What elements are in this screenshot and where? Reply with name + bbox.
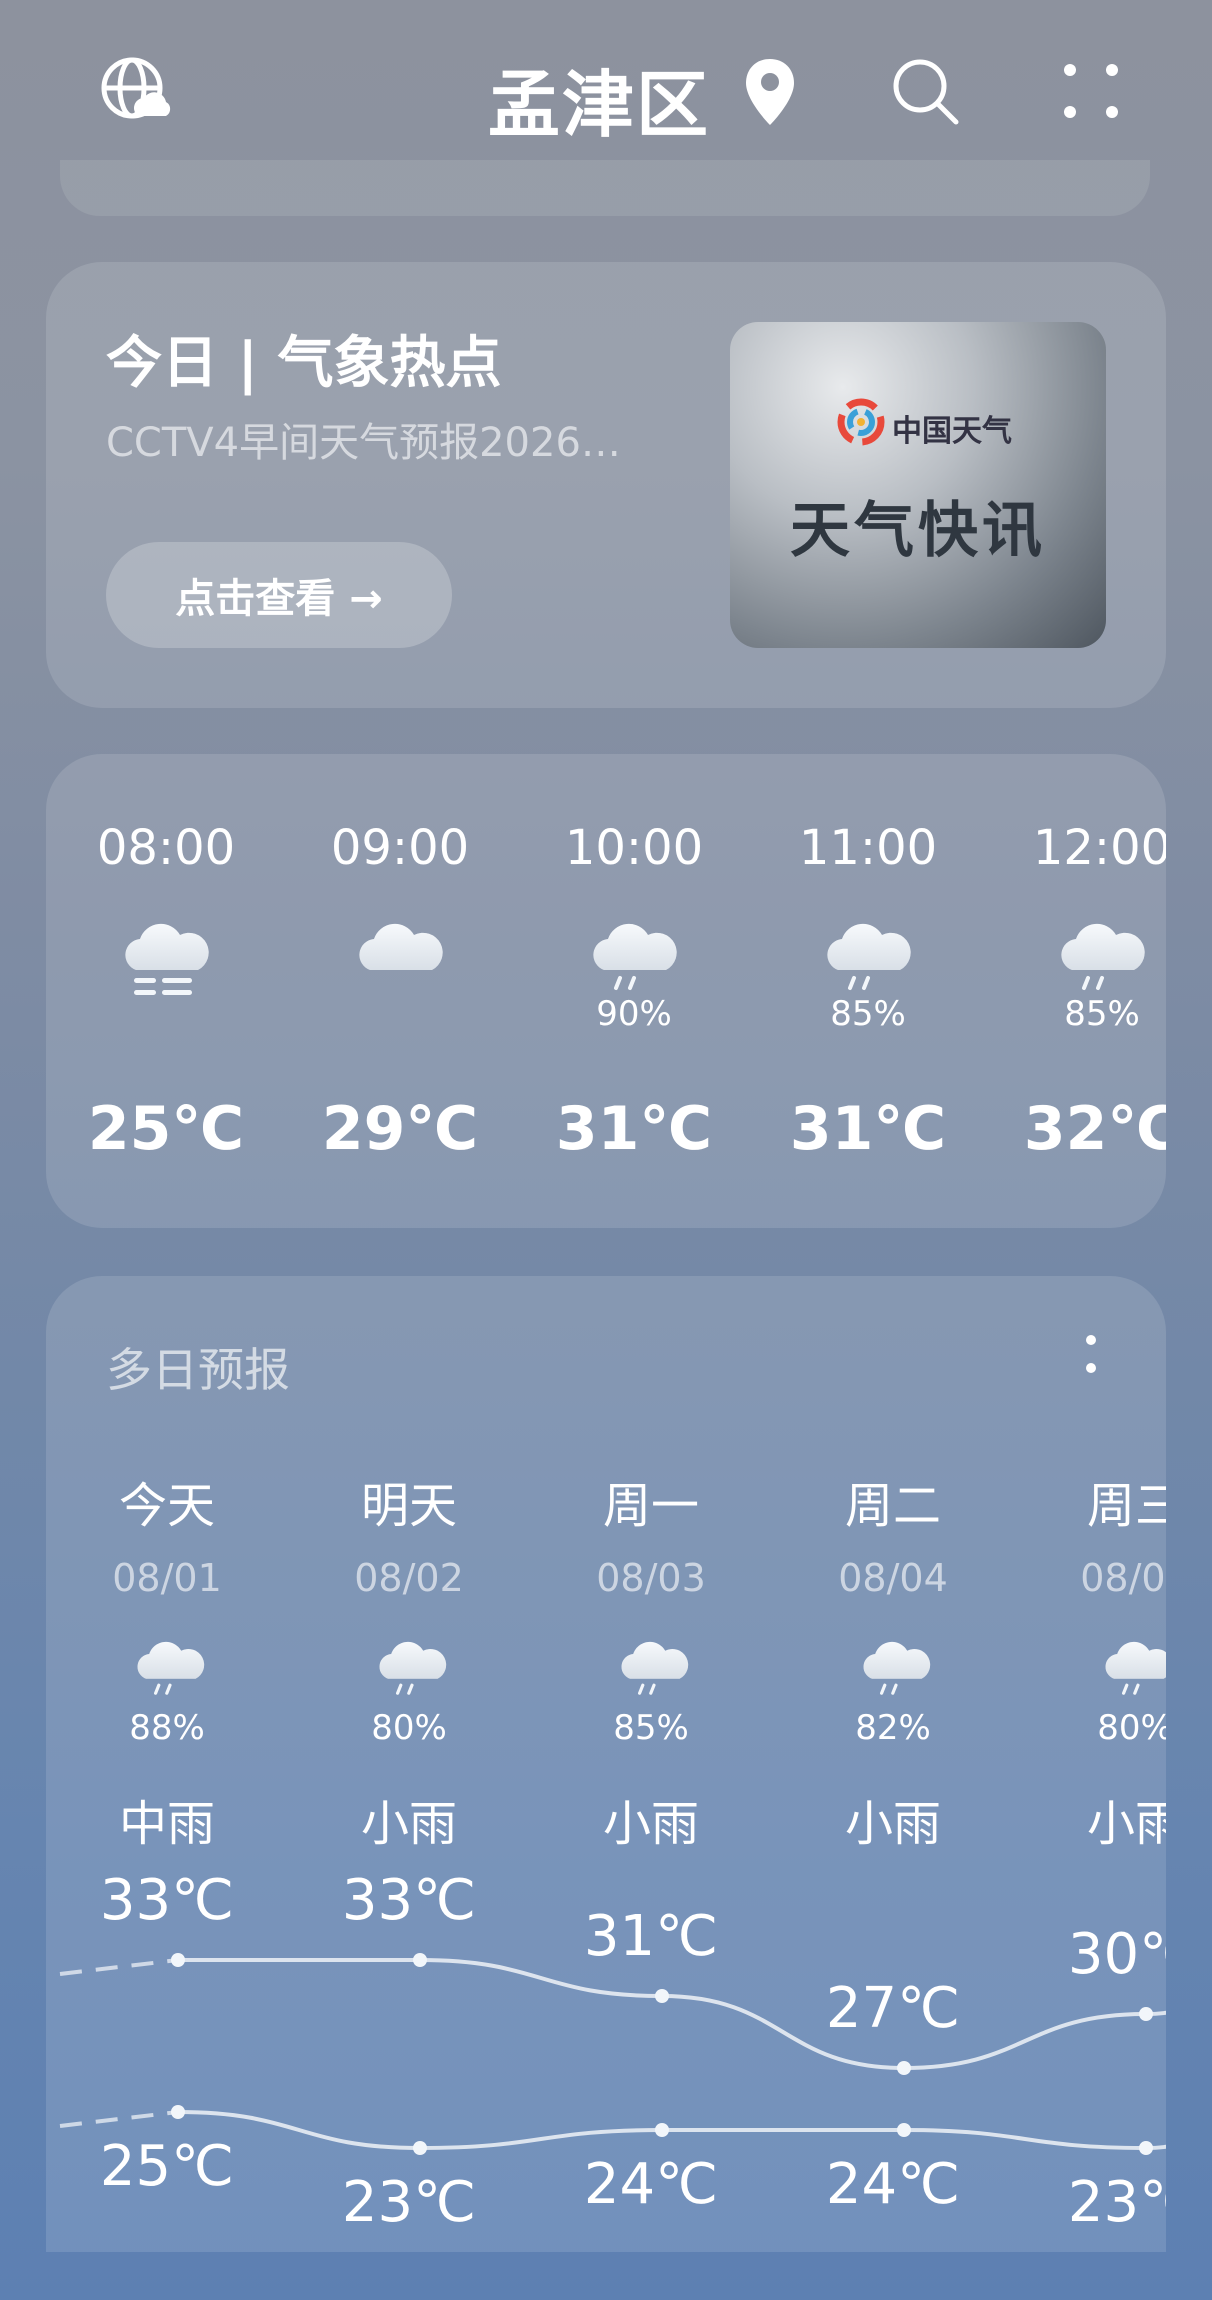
hour-item: 11:00 85% 31℃ (748, 754, 988, 1228)
day-name: 周一 (602, 1478, 699, 1534)
day-item[interactable]: 周一 08/03 85% 小雨 31℃ 24℃ (530, 1276, 772, 2252)
hour-precip: 90% (596, 994, 672, 1034)
hour-item: 08:00 25℃ (46, 754, 286, 1228)
day-low-temp: 25℃ (99, 2134, 235, 2199)
day-precip: 80% (1097, 1708, 1166, 1748)
day-name: 周三 (1086, 1478, 1166, 1534)
day-condition: 小雨 (1086, 1796, 1166, 1852)
search-icon[interactable] (888, 54, 964, 130)
collapsed-card-edge (60, 160, 1150, 216)
day-date: 08/02 (354, 1556, 464, 1600)
day-date: 08/05 (1080, 1556, 1166, 1600)
day-high-temp: 30℃ (1067, 1922, 1166, 1987)
day-precip: 88% (129, 1708, 205, 1748)
day-date: 08/04 (838, 1556, 948, 1600)
hour-precip: 85% (1064, 994, 1140, 1034)
day-date: 08/03 (596, 1556, 706, 1600)
hour-time: 11:00 (798, 820, 938, 876)
location-pin-icon (740, 54, 800, 130)
city-name[interactable]: 孟津区 (488, 46, 710, 151)
day-high-temp: 33℃ (99, 1868, 235, 1933)
day-precip: 82% (855, 1708, 931, 1748)
rain-cloud-icon (856, 1634, 936, 1714)
hour-temp: 32℃ (1023, 1094, 1166, 1164)
day-precip: 85% (613, 1708, 689, 1748)
day-high-temp: 31℃ (583, 1904, 719, 1969)
day-item[interactable]: 明天 08/02 80% 小雨 33℃ 23℃ (288, 1276, 530, 2252)
hot-title: 今日 | 气象热点 (106, 331, 502, 396)
hour-temp: 29℃ (321, 1094, 479, 1164)
hour-item: 09:00 29℃ (280, 754, 520, 1228)
day-precip: 80% (371, 1708, 447, 1748)
hot-subtitle: CCTV4早间天气预报2026… (106, 420, 621, 466)
day-low-temp: 24℃ (825, 2152, 961, 2217)
hour-time: 08:00 (96, 820, 236, 876)
hour-item: 12:00 85% 32℃ (982, 754, 1166, 1228)
china-weather-logo-icon (837, 398, 885, 446)
day-condition: 小雨 (602, 1796, 699, 1852)
thumb-title: 天气快讯 (790, 496, 1046, 566)
day-name: 周二 (844, 1478, 941, 1534)
hour-temp: 31℃ (555, 1094, 713, 1164)
hour-temp: 31℃ (789, 1094, 947, 1164)
weather-hot-card[interactable]: 今日 | 气象热点 CCTV4早间天气预报2026… 点击查看 → 中国天气 天… (46, 262, 1166, 708)
more-grid-icon[interactable] (1056, 56, 1126, 126)
day-condition: 中雨 (118, 1796, 215, 1852)
rain-cloud-icon (372, 1634, 452, 1714)
day-condition: 小雨 (360, 1796, 457, 1852)
fog-cloud-icon (116, 914, 216, 1014)
rain-cloud-icon (1098, 1634, 1166, 1714)
rain-cloud-icon (130, 1634, 210, 1714)
rain-cloud-icon (614, 1634, 694, 1714)
day-name: 今天 (118, 1478, 215, 1534)
day-high-temp: 33℃ (341, 1868, 477, 1933)
day-name: 明天 (360, 1478, 457, 1534)
hour-time: 12:00 (1032, 820, 1166, 876)
day-high-temp: 27℃ (825, 1976, 961, 2041)
day-low-temp: 23℃ (1067, 2170, 1166, 2235)
multi-day-forecast-card[interactable]: 多日预报 今天 08/01 88% 中雨 33℃ 25℃ 明天 08/02 80% 小雨 33℃ 23… (46, 1276, 1166, 2252)
day-item[interactable]: 周三 08/05 80% 小雨 30℃ 23℃ (1014, 1276, 1166, 2252)
globe-weather-icon[interactable] (96, 52, 176, 132)
day-date: 08/01 (112, 1556, 222, 1600)
hour-precip: 85% (830, 994, 906, 1034)
view-button[interactable]: 点击查看 → (106, 542, 452, 648)
thumb-brand: 中国天气 (892, 414, 1012, 449)
hour-temp: 25℃ (87, 1094, 245, 1164)
cloud-icon (350, 914, 450, 1014)
hour-time: 10:00 (564, 820, 704, 876)
hour-time: 09:00 (330, 820, 470, 876)
day-item[interactable]: 今天 08/01 88% 中雨 33℃ 25℃ (46, 1276, 288, 2252)
news-thumbnail[interactable]: 中国天气 天气快讯 (730, 322, 1106, 648)
day-low-temp: 24℃ (583, 2152, 719, 2217)
hourly-forecast-card[interactable]: 08:00 25℃ 09:00 29℃ 10:00 90% 31℃ 11:00 85% 31℃ 12… (46, 754, 1166, 1228)
day-low-temp: 23℃ (341, 2170, 477, 2235)
day-condition: 小雨 (844, 1796, 941, 1852)
day-item[interactable]: 周二 08/04 82% 小雨 27℃ 24℃ (772, 1276, 1014, 2252)
hour-item: 10:00 90% 31℃ (514, 754, 754, 1228)
